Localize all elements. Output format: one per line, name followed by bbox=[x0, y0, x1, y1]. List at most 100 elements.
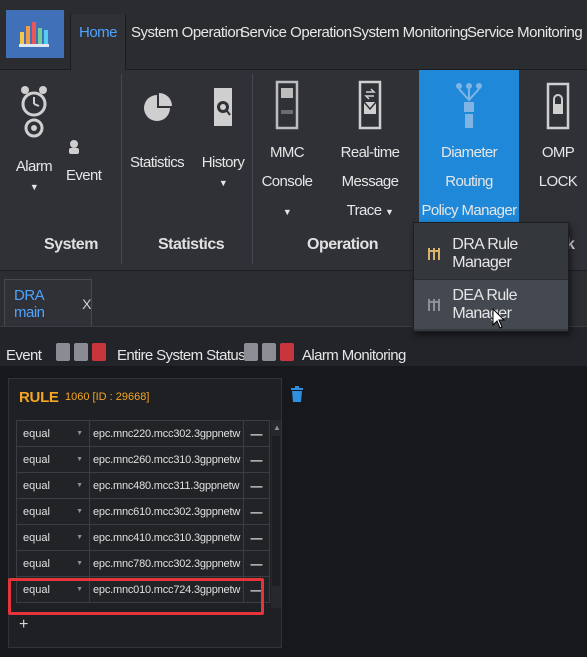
rule-row: equal ▼ epc.mnc610.mcc302.3gppnetw — bbox=[16, 498, 270, 525]
scroll-up-icon[interactable]: ▲ bbox=[273, 423, 281, 432]
add-row-button[interactable]: + bbox=[19, 616, 28, 634]
history-button[interactable]: History ▼ bbox=[198, 84, 248, 189]
close-icon[interactable]: X bbox=[82, 296, 91, 312]
panel-title-alarm-monitoring: Alarm Monitoring bbox=[302, 347, 406, 364]
app-logo-icon[interactable] bbox=[6, 10, 64, 58]
value-input[interactable]: epc.mnc480.mcc311.3gppnetw bbox=[90, 473, 244, 498]
scrollbar-thumb[interactable] bbox=[272, 436, 280, 586]
ribbon-separator bbox=[121, 74, 122, 264]
value-input[interactable]: epc.mnc410.mcc310.3gppnetw bbox=[90, 525, 244, 550]
chevron-down-icon: ▼ bbox=[76, 586, 83, 593]
rule-condition-list: equal ▼ epc.mnc220.mcc302.3gppnetw — equa… bbox=[16, 420, 270, 603]
value-input[interactable]: epc.mnc220.mcc302.3gppnetw bbox=[90, 421, 244, 446]
alarm-button[interactable]: Alarm ▼ bbox=[12, 84, 56, 193]
operator-select[interactable]: equal ▼ bbox=[17, 577, 90, 602]
close-icon[interactable] bbox=[280, 343, 294, 361]
remove-row-button[interactable]: — bbox=[244, 577, 269, 602]
tab-home[interactable]: Home bbox=[70, 14, 127, 70]
event-icon bbox=[66, 138, 82, 156]
history-caret: ▼ bbox=[218, 178, 228, 188]
rule-row: equal ▼ epc.mnc260.mcc310.3gppnetw — bbox=[16, 446, 270, 473]
menu-item-label: DEA Rule Manager bbox=[452, 286, 517, 322]
statistics-button[interactable]: Statistics bbox=[128, 84, 186, 177]
rule-title: RULE bbox=[19, 389, 59, 406]
alarm-label: Alarm bbox=[15, 158, 53, 175]
vertical-scrollbar[interactable]: ▲ bbox=[271, 420, 281, 608]
mmc-label-line1: MMC bbox=[269, 144, 305, 161]
remove-row-button[interactable]: — bbox=[244, 525, 269, 550]
tab-system-monitoring[interactable]: System Monitoring bbox=[352, 24, 468, 41]
rule-row: equal ▼ epc.mnc480.mcc311.3gppnetw — bbox=[16, 472, 270, 499]
remove-row-button[interactable]: — bbox=[244, 447, 269, 472]
alarm-caret: ▼ bbox=[29, 182, 39, 192]
diameter-routing-policy-manager-button[interactable]: Diameter Routing Policy Manager ▼ bbox=[419, 70, 519, 246]
remove-row-button[interactable]: — bbox=[244, 473, 269, 498]
omp-lock-icon bbox=[528, 80, 587, 136]
remove-row-button[interactable]: — bbox=[244, 499, 269, 524]
rule-id: 1060 [ID : 29668] bbox=[65, 391, 150, 403]
realtime-label-line1: Real-time bbox=[340, 144, 400, 161]
realtime-label-line2: Message Trace ▼ bbox=[341, 173, 399, 219]
menu-item-label: DRA Rule Manager bbox=[452, 236, 518, 271]
pin-icon[interactable] bbox=[74, 343, 88, 361]
tab-service-monitoring[interactable]: Service Monitoring bbox=[467, 24, 583, 41]
omp-lock-label: OMP LOCK bbox=[538, 144, 578, 190]
tab-dra-main[interactable]: DRA main X bbox=[4, 279, 92, 327]
event-button[interactable]: Event bbox=[66, 132, 118, 190]
chevron-down-icon: ▼ bbox=[76, 534, 83, 541]
operator-select[interactable]: equal ▼ bbox=[17, 551, 90, 576]
statistics-label: Statistics bbox=[129, 154, 185, 171]
rule-row: equal ▼ epc.mnc010.mcc724.3gppnetw — bbox=[16, 576, 270, 603]
close-icon[interactable] bbox=[92, 343, 106, 361]
chevron-down-icon: ▼ bbox=[76, 508, 83, 515]
chevron-down-icon: ▼ bbox=[76, 482, 83, 489]
statistics-pie-icon bbox=[128, 84, 186, 136]
mmc-console-icon bbox=[258, 80, 316, 136]
dra-policy-manager-menu: DRA Rule Manager DEA Rule Manager bbox=[413, 222, 569, 332]
mmc-console-button[interactable]: MMC Console ▼ bbox=[258, 80, 316, 227]
group-label-statistics: Statistics bbox=[158, 236, 225, 253]
realtime-message-trace-button[interactable]: Real-time Message Trace ▼ bbox=[324, 80, 416, 227]
menu-item-dra-rule-manager[interactable]: DRA Rule Manager bbox=[414, 229, 568, 279]
group-label-system: System bbox=[44, 236, 98, 253]
chevron-down-icon: ▼ bbox=[76, 560, 83, 567]
history-icon bbox=[198, 84, 248, 136]
rule-panel: RULE 1060 [ID : 29668] equal ▼ epc.mnc220… bbox=[8, 378, 282, 648]
trash-icon[interactable] bbox=[290, 386, 304, 402]
rule-editor-area: RULE 1060 [ID : 29668] equal ▼ epc.mnc220… bbox=[0, 366, 587, 657]
rule-row: equal ▼ epc.mnc410.mcc310.3gppnetw — bbox=[16, 524, 270, 551]
value-input[interactable]: epc.mnc780.mcc302.3gppnetw bbox=[90, 551, 244, 576]
message-trace-icon bbox=[324, 80, 416, 136]
operator-select[interactable]: equal ▼ bbox=[17, 447, 90, 472]
chevron-down-icon: ▼ bbox=[76, 456, 83, 463]
rule-row: equal ▼ epc.mnc220.mcc302.3gppnetw — bbox=[16, 420, 270, 447]
event-label: Event bbox=[66, 167, 102, 184]
ribbon-separator bbox=[252, 74, 253, 264]
group-label-operation: Operation bbox=[307, 236, 379, 253]
operator-select[interactable]: equal ▼ bbox=[17, 525, 90, 550]
menu-item-dea-rule-manager[interactable]: DEA Rule Manager bbox=[414, 279, 568, 329]
pin-icon[interactable] bbox=[262, 343, 276, 361]
dra-label-line1: Diameter Routing bbox=[440, 144, 498, 190]
remove-row-button[interactable]: — bbox=[244, 421, 269, 446]
value-input[interactable]: epc.mnc610.mcc302.3gppnetw bbox=[90, 499, 244, 524]
operator-select[interactable]: equal ▼ bbox=[17, 421, 90, 446]
history-label: History bbox=[201, 154, 245, 171]
mouse-cursor-icon bbox=[492, 307, 506, 335]
operator-select[interactable]: equal ▼ bbox=[17, 499, 90, 524]
chevron-down-icon: ▼ bbox=[76, 430, 83, 437]
tab-service-operation[interactable]: Service Operation bbox=[240, 24, 352, 41]
minimize-icon[interactable] bbox=[244, 343, 258, 361]
routing-policy-icon bbox=[419, 80, 519, 136]
main-tab-bar: Home System Operation Service Operation … bbox=[0, 0, 587, 70]
omp-lock-button[interactable]: OMP LOCK bbox=[528, 80, 587, 196]
alarm-clock-icon bbox=[12, 84, 56, 138]
minimize-icon[interactable] bbox=[56, 343, 70, 361]
panel-title-entire-status: Entire System Status bbox=[117, 347, 246, 364]
tab-system-operation[interactable]: System Operation bbox=[131, 24, 244, 41]
operator-select[interactable]: equal ▼ bbox=[17, 473, 90, 498]
value-input[interactable]: epc.mnc010.mcc724.3gppnetw bbox=[90, 577, 244, 602]
value-input[interactable]: epc.mnc260.mcc310.3gppnetw bbox=[90, 447, 244, 472]
panel-title-event: Event bbox=[6, 347, 42, 364]
remove-row-button[interactable]: — bbox=[244, 551, 269, 576]
